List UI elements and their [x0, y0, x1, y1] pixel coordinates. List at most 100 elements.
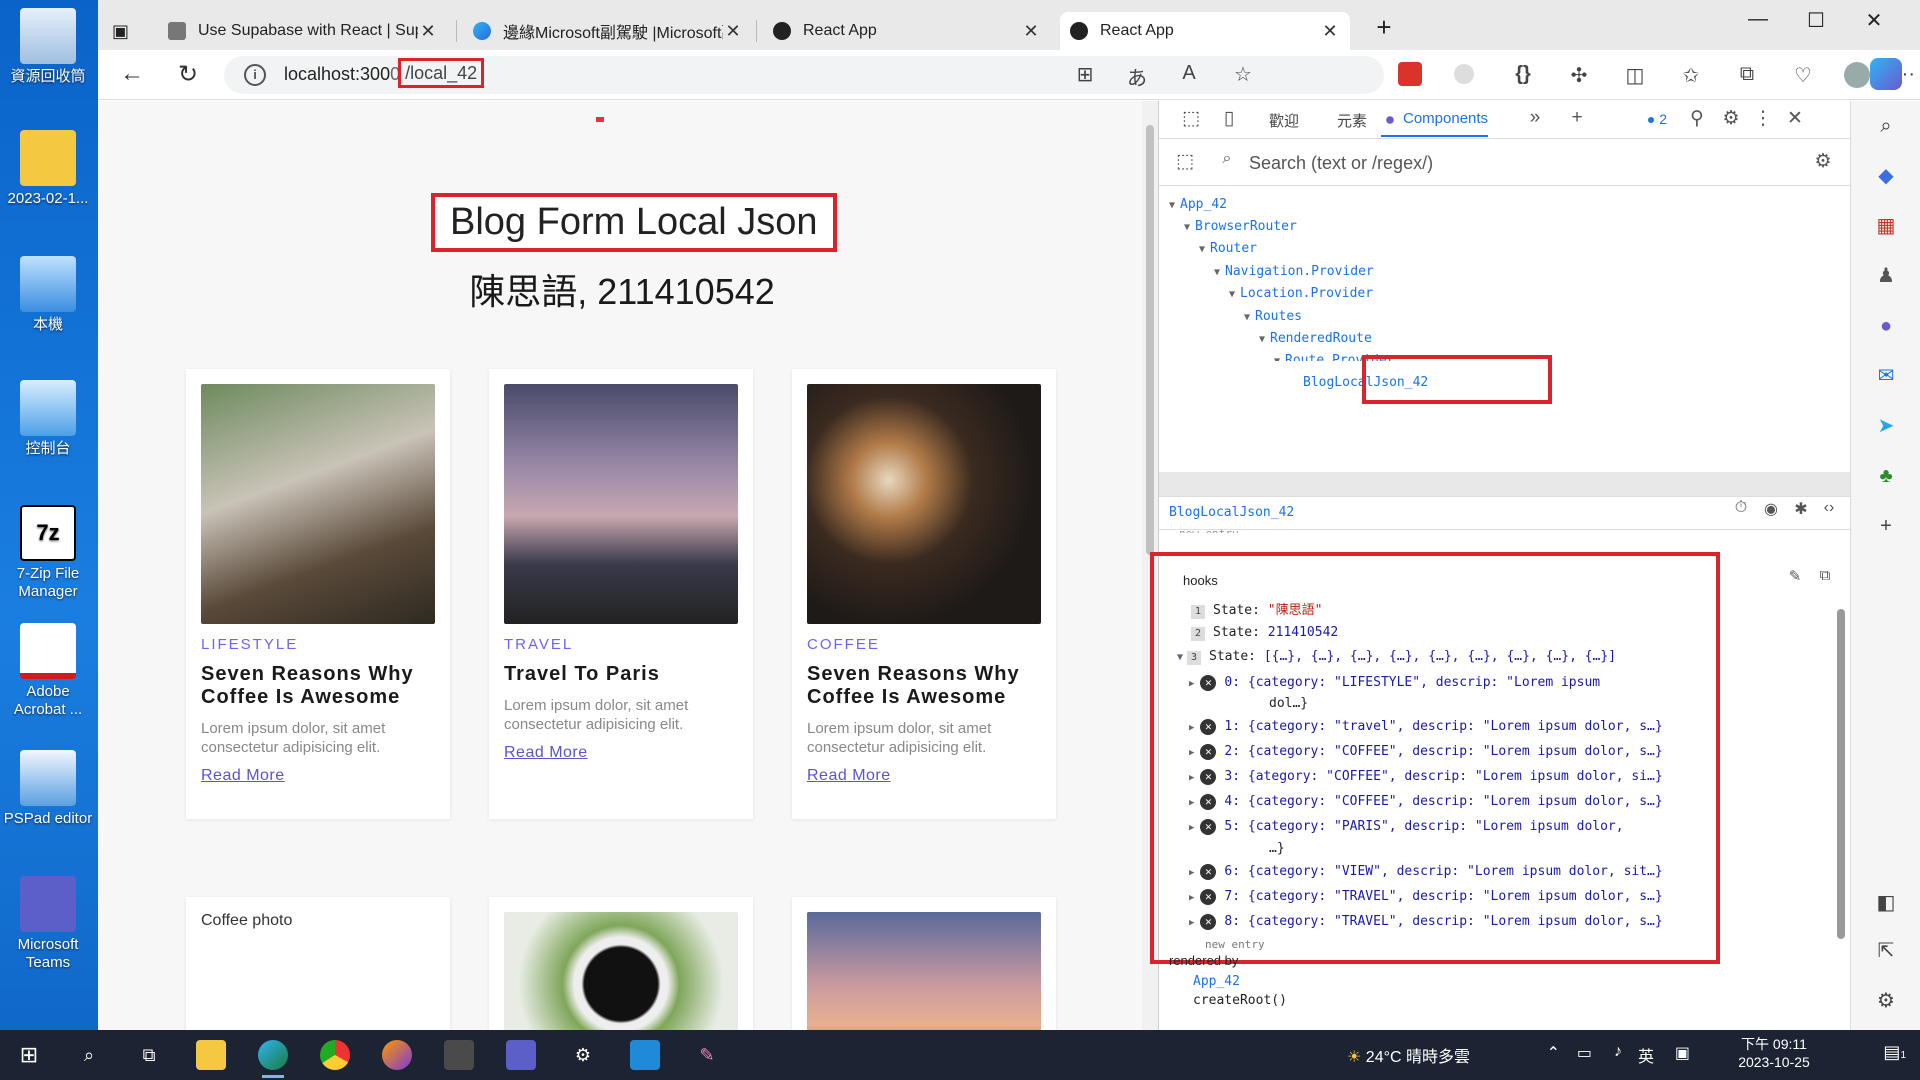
state-array-entry[interactable]: ▶ ✕ 8: {category: "TRAVEL", descrip: "Lore… [1189, 914, 1663, 930]
volume-icon[interactable]: ♪ [1614, 1043, 1622, 1061]
collapse-triangle-icon[interactable]: ▶ [1189, 723, 1194, 733]
collapse-triangle-icon[interactable]: ▶ [1189, 748, 1194, 758]
hook-state-1[interactable]: 1 State: "陳思語" [1191, 599, 1322, 619]
task-view-icon[interactable]: ⧉ [134, 1040, 164, 1070]
tab-microsoft-copilot[interactable]: 邊緣Microsoft副駕駛 |Microsoft副 ✕ [463, 12, 753, 50]
suspend-timer-icon[interactable]: ⏱ [1727, 499, 1755, 517]
hook-value[interactable]: 211410542 [1268, 625, 1338, 640]
component-settings-icon[interactable]: ⚙ [1809, 150, 1837, 173]
new-tab-button[interactable]: + [1364, 12, 1404, 43]
tree-node[interactable]: ▼ BrowserRouter [1184, 219, 1297, 234]
shopping-tag-icon[interactable]: ◆ [1871, 161, 1901, 191]
state-array-entry[interactable]: ▶ ✕ 7: {category: "TRAVEL", descrip: "Lore… [1189, 889, 1663, 905]
teams-icon[interactable] [506, 1040, 536, 1070]
apps-icon[interactable]: ⊞ [1070, 62, 1100, 87]
tab-components[interactable]: Components [1380, 110, 1489, 137]
network-conditions-icon[interactable]: ⚲ [1683, 107, 1711, 130]
delete-entry-icon[interactable]: ✕ [1200, 819, 1217, 835]
hide-sidebar-icon[interactable]: ◧ [1871, 888, 1901, 918]
settings-gear-icon[interactable]: ⚙ [568, 1040, 598, 1070]
desktop-icon-this-pc[interactable]: 本機 [0, 256, 96, 334]
state-array-entry[interactable]: ▶ ✕ 1: {category: "travel", descrip: "Lore… [1189, 719, 1663, 735]
read-more-link[interactable]: Read More [504, 744, 738, 762]
read-more-link[interactable]: Read More [807, 767, 1041, 785]
window-close-button[interactable]: ✕ [1854, 8, 1894, 33]
log-bug-icon[interactable]: ✱ [1787, 499, 1815, 519]
delete-entry-icon[interactable]: ✕ [1200, 744, 1217, 760]
read-aloud-icon[interactable]: A [1174, 62, 1204, 85]
tab-actions-button[interactable]: ▣ [102, 12, 132, 50]
desktop-icon-control-panel[interactable]: 控制台 [0, 380, 96, 458]
tree-node[interactable]: ▼ Router [1199, 241, 1257, 256]
profile-avatar[interactable] [1844, 62, 1870, 88]
collapse-triangle-icon[interactable]: ▶ [1189, 868, 1194, 878]
notification-icon[interactable]: ▤1 [1883, 1042, 1906, 1063]
reload-button[interactable]: ↻ [170, 60, 206, 89]
delete-entry-icon[interactable]: ✕ [1200, 864, 1217, 880]
tab-welcome[interactable]: 歡迎 [1269, 110, 1299, 131]
edge-icon[interactable] [258, 1040, 288, 1078]
extension-red-icon[interactable] [1398, 62, 1422, 86]
desktop-icon-teams[interactable]: Microsoft Teams [0, 876, 96, 972]
favorites-icon[interactable]: ✩ [1676, 63, 1706, 88]
url-field[interactable]: i localhost:3000/local_42 ⊞ あ A ☆ [224, 56, 1384, 94]
delete-entry-icon[interactable]: ✕ [1200, 675, 1217, 691]
close-devtools-icon[interactable]: ✕ [1781, 107, 1809, 130]
desktop-icon-folder[interactable]: 2023-02-1... [0, 130, 96, 208]
tab-supabase[interactable]: Use Supabase with React | Supab ✕ [158, 12, 448, 50]
collapse-triangle-icon[interactable]: ▶ [1189, 679, 1194, 689]
tab-react-app-active[interactable]: React App ✕ [1060, 12, 1350, 50]
open-external-icon[interactable]: ⇱ [1871, 936, 1901, 966]
split-screen-icon[interactable]: ◫ [1620, 63, 1650, 88]
extensions-puzzle-icon[interactable]: ✣ [1564, 63, 1594, 88]
tools-icon[interactable]: ▦ [1871, 211, 1901, 241]
games-icon[interactable]: ♟ [1871, 261, 1901, 291]
close-icon[interactable]: ✕ [1021, 21, 1041, 42]
desktop-icon-pspad[interactable]: PSPad editor [0, 750, 96, 828]
microsoft-365-icon[interactable]: ● [1871, 311, 1901, 341]
delete-entry-icon[interactable]: ✕ [1200, 719, 1217, 735]
tab-react-app-1[interactable]: React App ✕ [763, 12, 1051, 50]
new-entry-input[interactable]: new entry [1205, 938, 1265, 951]
delete-entry-icon[interactable]: ✕ [1200, 889, 1217, 905]
ime-mode-icon[interactable]: ▣ [1675, 1043, 1690, 1063]
view-source-icon[interactable]: ‹› [1815, 499, 1843, 517]
select-element-icon[interactable]: ⬚ [1171, 150, 1199, 173]
copy-hooks-icon[interactable]: ⧉ [1811, 567, 1839, 584]
file-explorer-icon[interactable] [196, 1040, 226, 1070]
copilot-icon[interactable] [1870, 58, 1902, 90]
firefox-icon[interactable] [382, 1040, 412, 1070]
collapse-triangle-icon[interactable]: ▶ [1189, 798, 1194, 808]
send-icon[interactable]: ➤ [1871, 411, 1901, 441]
add-tab-icon[interactable]: + [1563, 107, 1591, 129]
more-options-icon[interactable]: ⋮ [1749, 107, 1777, 130]
paint-icon[interactable]: ✎ [692, 1040, 722, 1070]
hook-state-3[interactable]: ▼ 3 State: [{…}, {…}, {…}, {…}, {…}, {…}, … [1177, 649, 1616, 665]
desktop-icon-7zip[interactable]: 7z 7-Zip File Manager [0, 505, 96, 601]
ime-indicator[interactable]: 英 [1638, 1043, 1654, 1067]
translate-icon[interactable]: あ [1122, 62, 1152, 91]
inspect-device-icon[interactable]: ⬚ [1177, 107, 1205, 130]
json-extension-icon[interactable]: {} [1508, 63, 1538, 86]
tree-node[interactable]: ▼ RenderedRoute [1259, 331, 1372, 346]
read-more-link[interactable]: Read More [201, 767, 435, 785]
site-info-icon[interactable]: i [244, 64, 266, 86]
close-icon[interactable]: ✕ [1320, 21, 1340, 42]
network-icon[interactable]: ▭ [1577, 1043, 1592, 1063]
state-array-entry[interactable]: ▶ ✕ 5: {category: "PARIS", descrip: "Lorem… [1189, 819, 1624, 835]
state-array-entry[interactable]: ▶ ✕ 2: {category: "COFFEE", descrip: "Lore… [1189, 744, 1663, 760]
inspect-eye-icon[interactable]: ◉ [1757, 499, 1785, 519]
close-icon[interactable]: ✕ [723, 21, 743, 42]
tray-chevron-icon[interactable]: ⌃ [1547, 1043, 1560, 1063]
outlook-icon[interactable]: ✉ [1871, 361, 1901, 391]
collapse-triangle-icon[interactable]: ▶ [1189, 773, 1194, 783]
sidebar-settings-icon[interactable]: ⚙ [1871, 986, 1901, 1016]
tab-elements[interactable]: 元素 [1337, 110, 1367, 131]
weather-widget[interactable]: ☀ 24°C 晴時多雲 [1347, 1043, 1470, 1067]
add-sidebar-app-icon[interactable]: + [1871, 511, 1901, 541]
close-icon[interactable]: ✕ [418, 21, 438, 42]
collapse-triangle-icon[interactable]: ▶ [1189, 918, 1194, 928]
component-search-input[interactable]: Search (text or /regex/) [1249, 153, 1433, 174]
favorite-star-icon[interactable]: ☆ [1228, 62, 1258, 87]
hook-value[interactable]: [{…}, {…}, {…}, {…}, {…}, {…}, {…}, {…},… [1264, 649, 1616, 664]
